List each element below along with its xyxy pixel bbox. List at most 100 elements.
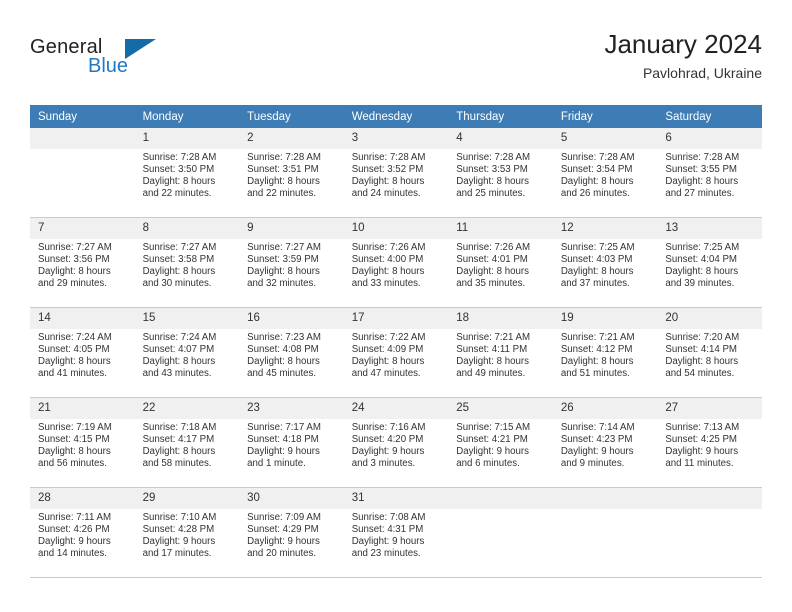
daylight-text-line2: and 6 minutes. — [456, 458, 520, 470]
day-details: Sunrise: 7:24 AM Sunset: 4:05 PM Daylight:… — [30, 329, 135, 380]
calendar-day-cell[interactable]: 14 Sunrise: 7:24 AM Sunset: 4:05 PM Dayligh… — [30, 307, 135, 398]
daylight-text-line1: Daylight: 8 hours — [665, 266, 739, 278]
day-details: Sunrise: 7:27 AM Sunset: 3:58 PM Daylight:… — [135, 239, 240, 290]
day-details: Sunrise: 7:10 AM Sunset: 4:28 PM Daylight:… — [135, 509, 240, 560]
day-details: Sunrise: 7:26 AM Sunset: 4:00 PM Daylight:… — [344, 239, 449, 290]
calendar-day-cell[interactable]: 2 Sunrise: 7:28 AM Sunset: 3:51 PM Daylight… — [239, 128, 344, 218]
calendar-day-cell[interactable]: 20 Sunrise: 7:20 AM Sunset: 4:14 PM Dayligh… — [657, 307, 762, 398]
calendar-grid: Sunday Monday Tuesday Wednesday Thursday… — [30, 105, 762, 578]
calendar-day-cell[interactable]: 6 Sunrise: 7:28 AM Sunset: 3:55 PM Daylight… — [657, 128, 762, 218]
calendar-day-cell[interactable]: 26 Sunrise: 7:14 AM Sunset: 4:23 PM Dayligh… — [552, 397, 658, 488]
daylight-text-line2: and 14 minutes. — [38, 548, 107, 560]
day-number: 11 — [448, 218, 553, 239]
sunrise-text: Sunrise: 7:13 AM — [665, 422, 740, 433]
daylight-text-line2: and 27 minutes. — [665, 188, 735, 200]
daylight-text-line1: Daylight: 8 hours — [665, 176, 739, 188]
weekday-header-saturday: Saturday — [657, 105, 762, 128]
daylight-text-line2: and 39 minutes. — [665, 278, 735, 290]
sunset-text: Sunset: 4:28 PM — [142, 524, 215, 536]
calendar-day-cell[interactable]: 13 Sunrise: 7:25 AM Sunset: 4:04 PM Dayligh… — [657, 217, 762, 308]
daylight-text-line2: and 37 minutes. — [560, 278, 630, 290]
day-number: 17 — [343, 308, 449, 329]
daylight-text-line1: Daylight: 8 hours — [247, 356, 320, 368]
daylight-text-line1: Daylight: 8 hours — [665, 356, 739, 368]
day-number: 19 — [552, 308, 658, 329]
sunrise-text: Sunrise: 7:25 AM — [665, 242, 740, 253]
daylight-text-line1: Daylight: 8 hours — [456, 176, 529, 188]
calendar-day-cell[interactable]: 19 Sunrise: 7:21 AM Sunset: 4:12 PM Dayligh… — [552, 307, 658, 398]
daylight-text-line1: Daylight: 9 hours — [560, 446, 634, 458]
calendar-day-cell[interactable]: 30 Sunrise: 7:09 AM Sunset: 4:29 PM Dayligh… — [239, 487, 344, 578]
daylight-text-line1: Daylight: 8 hours — [351, 356, 425, 368]
page-title: January 2024 — [604, 29, 762, 59]
day-number: 23 — [239, 398, 344, 419]
day-details: Sunrise: 7:13 AM Sunset: 4:25 PM Daylight:… — [657, 419, 762, 470]
sunset-text: Sunset: 4:09 PM — [351, 344, 424, 356]
day-details: Sunrise: 7:16 AM Sunset: 4:20 PM Daylight:… — [344, 419, 449, 470]
sunset-text: Sunset: 4:12 PM — [560, 344, 633, 356]
calendar-day-cell[interactable]: 25 Sunrise: 7:15 AM Sunset: 4:21 PM Dayligh… — [448, 397, 553, 488]
day-details: Sunrise: 7:11 AM Sunset: 4:26 PM Daylight:… — [30, 509, 135, 560]
day-number: 12 — [552, 218, 658, 239]
weekday-header-sunday: Sunday — [30, 105, 135, 128]
daylight-text-line2: and 32 minutes. — [247, 278, 317, 290]
day-details: Sunrise: 7:28 AM Sunset: 3:53 PM Daylight:… — [448, 149, 553, 200]
calendar-day-cell[interactable]: 18 Sunrise: 7:21 AM Sunset: 4:11 PM Dayligh… — [448, 307, 553, 398]
calendar-day-cell[interactable]: 31 Sunrise: 7:08 AM Sunset: 4:31 PM Dayligh… — [343, 487, 449, 578]
calendar-day-cell[interactable]: 15 Sunrise: 7:24 AM Sunset: 4:07 PM Dayligh… — [134, 307, 240, 398]
calendar-day-cell[interactable]: 17 Sunrise: 7:22 AM Sunset: 4:09 PM Dayligh… — [343, 307, 449, 398]
sunset-text: Sunset: 3:53 PM — [456, 164, 528, 176]
daylight-text-line1: Daylight: 9 hours — [665, 446, 739, 458]
calendar-week-row: 7 Sunrise: 7:27 AM Sunset: 3:56 PM Daylight… — [30, 217, 762, 308]
calendar-day-cell[interactable]: 24 Sunrise: 7:16 AM Sunset: 4:20 PM Dayligh… — [343, 397, 449, 488]
daylight-text-line2: and 26 minutes. — [560, 188, 630, 200]
calendar-day-cell[interactable]: 29 Sunrise: 7:10 AM Sunset: 4:28 PM Dayligh… — [134, 487, 240, 578]
calendar-day-cell[interactable]: 11 Sunrise: 7:26 AM Sunset: 4:01 PM Dayligh… — [448, 217, 553, 308]
calendar-day-cell[interactable]: 21 Sunrise: 7:19 AM Sunset: 4:15 PM Dayligh… — [30, 397, 135, 488]
daylight-text-line2: and 45 minutes. — [247, 368, 317, 380]
day-number: 5 — [552, 128, 658, 149]
day-number: 29 — [134, 488, 240, 509]
day-number: 15 — [134, 308, 240, 329]
day-number: 4 — [448, 128, 553, 149]
daylight-text-line1: Daylight: 8 hours — [38, 266, 111, 278]
calendar-day-cell[interactable]: 7 Sunrise: 7:27 AM Sunset: 3:56 PM Daylight… — [30, 217, 135, 308]
daylight-text-line1: Daylight: 8 hours — [38, 356, 111, 368]
day-details: Sunrise: 7:20 AM Sunset: 4:14 PM Daylight:… — [657, 329, 762, 380]
day-number — [657, 488, 762, 509]
calendar-day-cell[interactable]: 27 Sunrise: 7:13 AM Sunset: 4:25 PM Dayligh… — [657, 397, 762, 488]
calendar-day-cell[interactable]: 1 Sunrise: 7:28 AM Sunset: 3:50 PM Daylight… — [134, 128, 240, 218]
daylight-text-line2: and 17 minutes. — [142, 548, 212, 560]
daylight-text-line1: Daylight: 8 hours — [560, 266, 634, 278]
sunset-text: Sunset: 4:14 PM — [665, 344, 737, 356]
sunset-text: Sunset: 4:18 PM — [247, 434, 319, 446]
calendar-body: 1 Sunrise: 7:28 AM Sunset: 3:50 PM Daylight… — [30, 128, 762, 578]
calendar-day-cell[interactable]: 12 Sunrise: 7:25 AM Sunset: 4:03 PM Dayligh… — [552, 217, 658, 308]
daylight-text-line1: Daylight: 8 hours — [351, 176, 425, 188]
sunset-text: Sunset: 4:29 PM — [247, 524, 319, 536]
calendar-day-cell[interactable]: 3 Sunrise: 7:28 AM Sunset: 3:52 PM Daylight… — [343, 128, 449, 218]
day-details: Sunrise: 7:21 AM Sunset: 4:11 PM Daylight:… — [448, 329, 553, 380]
day-number: 7 — [30, 218, 135, 239]
day-number: 1 — [134, 128, 240, 149]
sunset-text: Sunset: 4:25 PM — [665, 434, 737, 446]
calendar-day-cell[interactable]: 4 Sunrise: 7:28 AM Sunset: 3:53 PM Daylight… — [448, 128, 553, 218]
calendar-day-cell[interactable]: 22 Sunrise: 7:18 AM Sunset: 4:17 PM Dayligh… — [134, 397, 240, 488]
page-subtitle: Pavlohrad, Ukraine — [642, 65, 762, 81]
sunrise-text: Sunrise: 7:23 AM — [247, 332, 321, 343]
calendar-day-cell[interactable]: 10 Sunrise: 7:26 AM Sunset: 4:00 PM Dayligh… — [343, 217, 449, 308]
calendar-day-cell[interactable]: 9 Sunrise: 7:27 AM Sunset: 3:59 PM Daylight… — [239, 217, 344, 308]
sunset-text: Sunset: 4:01 PM — [456, 254, 528, 266]
calendar-week-row: 21 Sunrise: 7:19 AM Sunset: 4:15 PM Dayligh… — [30, 397, 762, 488]
calendar-day-cell[interactable]: 28 Sunrise: 7:11 AM Sunset: 4:26 PM Dayligh… — [30, 487, 135, 578]
calendar-day-cell[interactable]: 23 Sunrise: 7:17 AM Sunset: 4:18 PM Dayligh… — [239, 397, 344, 488]
day-details: Sunrise: 7:15 AM Sunset: 4:21 PM Daylight:… — [448, 419, 553, 470]
day-number: 25 — [448, 398, 553, 419]
calendar-day-cell[interactable]: 8 Sunrise: 7:27 AM Sunset: 3:58 PM Daylight… — [134, 217, 240, 308]
calendar-day-cell[interactable]: 16 Sunrise: 7:23 AM Sunset: 4:08 PM Dayligh… — [239, 307, 344, 398]
calendar-day-cell[interactable]: 5 Sunrise: 7:28 AM Sunset: 3:54 PM Daylight… — [552, 128, 658, 218]
weekday-header-wednesday: Wednesday — [343, 105, 449, 128]
brand-logo[interactable]: General Blue — [30, 36, 160, 86]
sunrise-text: Sunrise: 7:11 AM — [38, 512, 112, 523]
day-details: Sunrise: 7:08 AM Sunset: 4:31 PM Daylight:… — [344, 509, 449, 560]
